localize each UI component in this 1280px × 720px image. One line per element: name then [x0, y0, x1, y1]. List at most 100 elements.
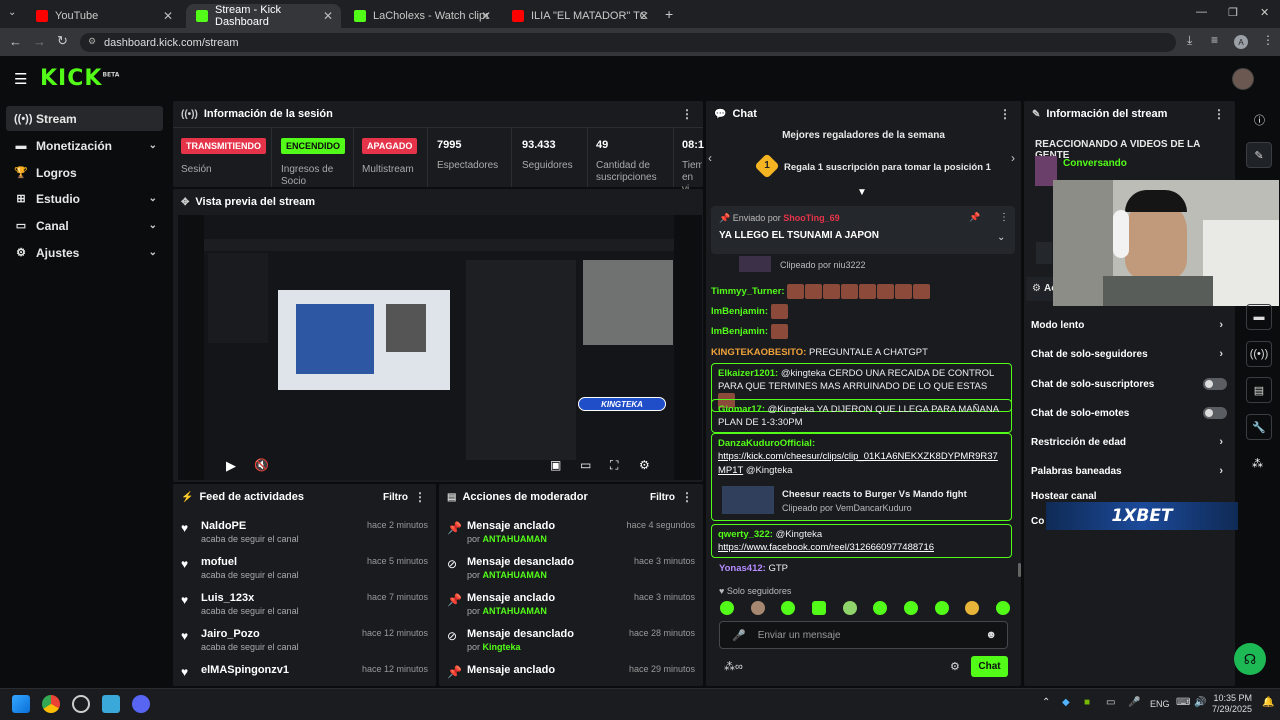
- close-tab-icon[interactable]: ✕: [639, 9, 649, 23]
- play-icon[interactable]: ▶: [226, 458, 236, 474]
- activity-user[interactable]: Jairo_Pozo: [201, 628, 260, 640]
- chat-username[interactable]: DanzaKuduroOfficial:: [718, 438, 815, 449]
- activity-user[interactable]: NaldoPE: [201, 520, 246, 532]
- minimize-icon[interactable]: —: [1196, 6, 1207, 18]
- chat-link[interactable]: https://www.facebook.com/reel/3126660977…: [718, 542, 934, 553]
- more-options-icon[interactable]: ⋮: [999, 107, 1011, 121]
- chat-username[interactable]: Elkaizer1201:: [718, 368, 778, 379]
- subscribers-only-toggle[interactable]: [1203, 378, 1227, 390]
- emote-icon[interactable]: [965, 601, 980, 615]
- more-options-icon[interactable]: ⋮: [1213, 107, 1225, 121]
- mod-user[interactable]: ANTAHUAMAN: [483, 606, 547, 616]
- emote-icon[interactable]: [934, 601, 949, 615]
- settings-gear-icon[interactable]: ⚙: [639, 458, 650, 472]
- filter-button[interactable]: Filtro: [650, 492, 675, 503]
- unpin-icon[interactable]: 📌: [969, 212, 980, 223]
- nvidia-icon[interactable]: ■: [1084, 697, 1090, 708]
- new-tab-icon[interactable]: +: [665, 6, 673, 22]
- tab-kick-dashboard[interactable]: Stream - Kick Dashboard ✕: [186, 4, 341, 28]
- chat-input[interactable]: 🎤 Enviar un mensaje ☻: [719, 621, 1008, 649]
- emote-icon[interactable]: [811, 601, 826, 615]
- site-info-icon[interactable]: ⚙: [88, 36, 96, 47]
- network-icon[interactable]: ⌨: [1176, 697, 1190, 708]
- more-options-icon[interactable]: ⋮: [681, 107, 693, 121]
- user-avatar[interactable]: [1232, 68, 1254, 90]
- sidebar-item-logros[interactable]: 🏆 Logros: [6, 160, 163, 185]
- mute-icon[interactable]: 🔇: [254, 458, 269, 472]
- hamburger-menu-icon[interactable]: ☰: [14, 70, 27, 88]
- stream-category[interactable]: Conversando: [1063, 158, 1127, 169]
- mod-user[interactable]: ANTAHUAMAN: [483, 570, 547, 580]
- sidebar-item-stream[interactable]: ((•)) Stream: [6, 106, 163, 131]
- usb-icon[interactable]: ▭: [1106, 697, 1115, 708]
- activity-user[interactable]: Luis_123x: [201, 592, 254, 604]
- windows-start-icon[interactable]: [12, 695, 30, 713]
- tray-app-icon[interactable]: ◆: [1062, 697, 1070, 708]
- chat-settings-gear-icon[interactable]: ⚙: [950, 660, 960, 673]
- sidebar-item-ajustes[interactable]: ⚙ Ajustes ⌄: [6, 240, 163, 265]
- tab-lacholexs[interactable]: LaCholexs - Watch clips on Kick✕: [344, 4, 499, 28]
- microphone-icon[interactable]: 🎤: [1128, 697, 1140, 708]
- tray-expand-icon[interactable]: ⌃: [1042, 697, 1050, 708]
- tools-button[interactable]: 🔧: [1246, 414, 1272, 440]
- emote-icon[interactable]: [903, 601, 918, 615]
- points-icon[interactable]: ⁂∞: [724, 660, 743, 673]
- send-chat-button[interactable]: Chat: [971, 656, 1008, 677]
- pinned-options-icon[interactable]: ⋮: [999, 212, 1009, 223]
- activity-user[interactable]: elMASpingonzv1: [201, 664, 289, 676]
- emote-icon[interactable]: [720, 601, 734, 615]
- notepad-icon[interactable]: [102, 695, 120, 713]
- points-icon[interactable]: ⁂: [1252, 457, 1263, 470]
- chat-username[interactable]: KINGTEKAOBESITO:: [711, 347, 806, 358]
- close-tab-icon[interactable]: ✕: [323, 9, 333, 23]
- more-options-icon[interactable]: ⋮: [414, 490, 426, 504]
- pinned-user[interactable]: ShooTing_69: [783, 213, 839, 223]
- clip-thumbnail[interactable]: [722, 486, 774, 514]
- app-icon[interactable]: [72, 695, 90, 713]
- stream-preview-video[interactable]: KINGTEKA ▶ 🔇 ▣ ▭ ⛶ ⚙: [178, 215, 702, 480]
- clip-title[interactable]: Cheesur reacts to Burger Vs Mando fight: [782, 488, 967, 501]
- filter-button[interactable]: Filtro: [383, 492, 408, 503]
- clip-thumbnail[interactable]: [739, 256, 771, 272]
- sidebar-item-canal[interactable]: ▭ Canal ⌄: [6, 213, 163, 238]
- tab-youtube[interactable]: YouTube ✕: [26, 4, 181, 28]
- setting-palabras-baneadas[interactable]: Palabras baneadas ›: [1031, 462, 1227, 480]
- chat-username[interactable]: qwerty_322:: [718, 529, 773, 540]
- back-icon[interactable]: ←: [9, 34, 22, 49]
- reading-list-icon[interactable]: ≡: [1211, 33, 1218, 47]
- chat-username[interactable]: ImBenjamin:: [711, 326, 768, 337]
- close-tab-icon[interactable]: ✕: [481, 9, 491, 23]
- mod-user[interactable]: Kingteka: [483, 642, 521, 652]
- profile-avatar-icon[interactable]: A: [1234, 35, 1248, 49]
- chevron-left-icon[interactable]: ‹: [708, 151, 712, 165]
- maximize-icon[interactable]: ❐: [1228, 6, 1238, 19]
- emotes-only-toggle[interactable]: [1203, 407, 1227, 419]
- emote-icon[interactable]: [750, 601, 765, 615]
- theater-icon[interactable]: ▭: [580, 458, 591, 472]
- reload-icon[interactable]: ↻: [57, 33, 68, 49]
- chat-scrollbar[interactable]: [1018, 563, 1021, 577]
- support-headset-button[interactable]: ☊: [1234, 643, 1266, 675]
- layout-button[interactable]: ▤: [1246, 377, 1272, 403]
- chat-username[interactable]: ImBenjamin:: [711, 306, 768, 317]
- kick-logo[interactable]: KICKBETA: [40, 66, 119, 91]
- volume-icon[interactable]: 🔊: [1194, 697, 1206, 708]
- tab-topuria[interactable]: ILIA "EL MATADOR" TOPURIA -✕: [502, 4, 657, 28]
- tab-search-icon[interactable]: ⌄: [8, 7, 16, 18]
- close-tab-icon[interactable]: ✕: [163, 9, 173, 23]
- chevron-right-icon[interactable]: ›: [1011, 151, 1015, 165]
- microphone-icon[interactable]: 🎤: [732, 629, 746, 642]
- discord-icon[interactable]: [132, 695, 150, 713]
- forward-icon[interactable]: →: [33, 34, 46, 49]
- emote-icon[interactable]: [781, 601, 796, 615]
- activity-user[interactable]: mofuel: [201, 556, 237, 568]
- chevron-down-icon[interactable]: ⌄: [997, 232, 1005, 243]
- browser-menu-icon[interactable]: ⋮: [1262, 33, 1274, 47]
- edit-button[interactable]: ✎: [1246, 142, 1272, 168]
- chat-username[interactable]: Yonas412:: [719, 563, 766, 574]
- sidebar-item-estudio[interactable]: ⊞ Estudio ⌄: [6, 186, 163, 211]
- notification-bell-icon[interactable]: 🔔: [1262, 697, 1274, 708]
- chat-toggle-button[interactable]: ▬: [1246, 304, 1272, 330]
- pip-icon[interactable]: ▣: [550, 458, 561, 472]
- emote-icon[interactable]: [995, 601, 1010, 615]
